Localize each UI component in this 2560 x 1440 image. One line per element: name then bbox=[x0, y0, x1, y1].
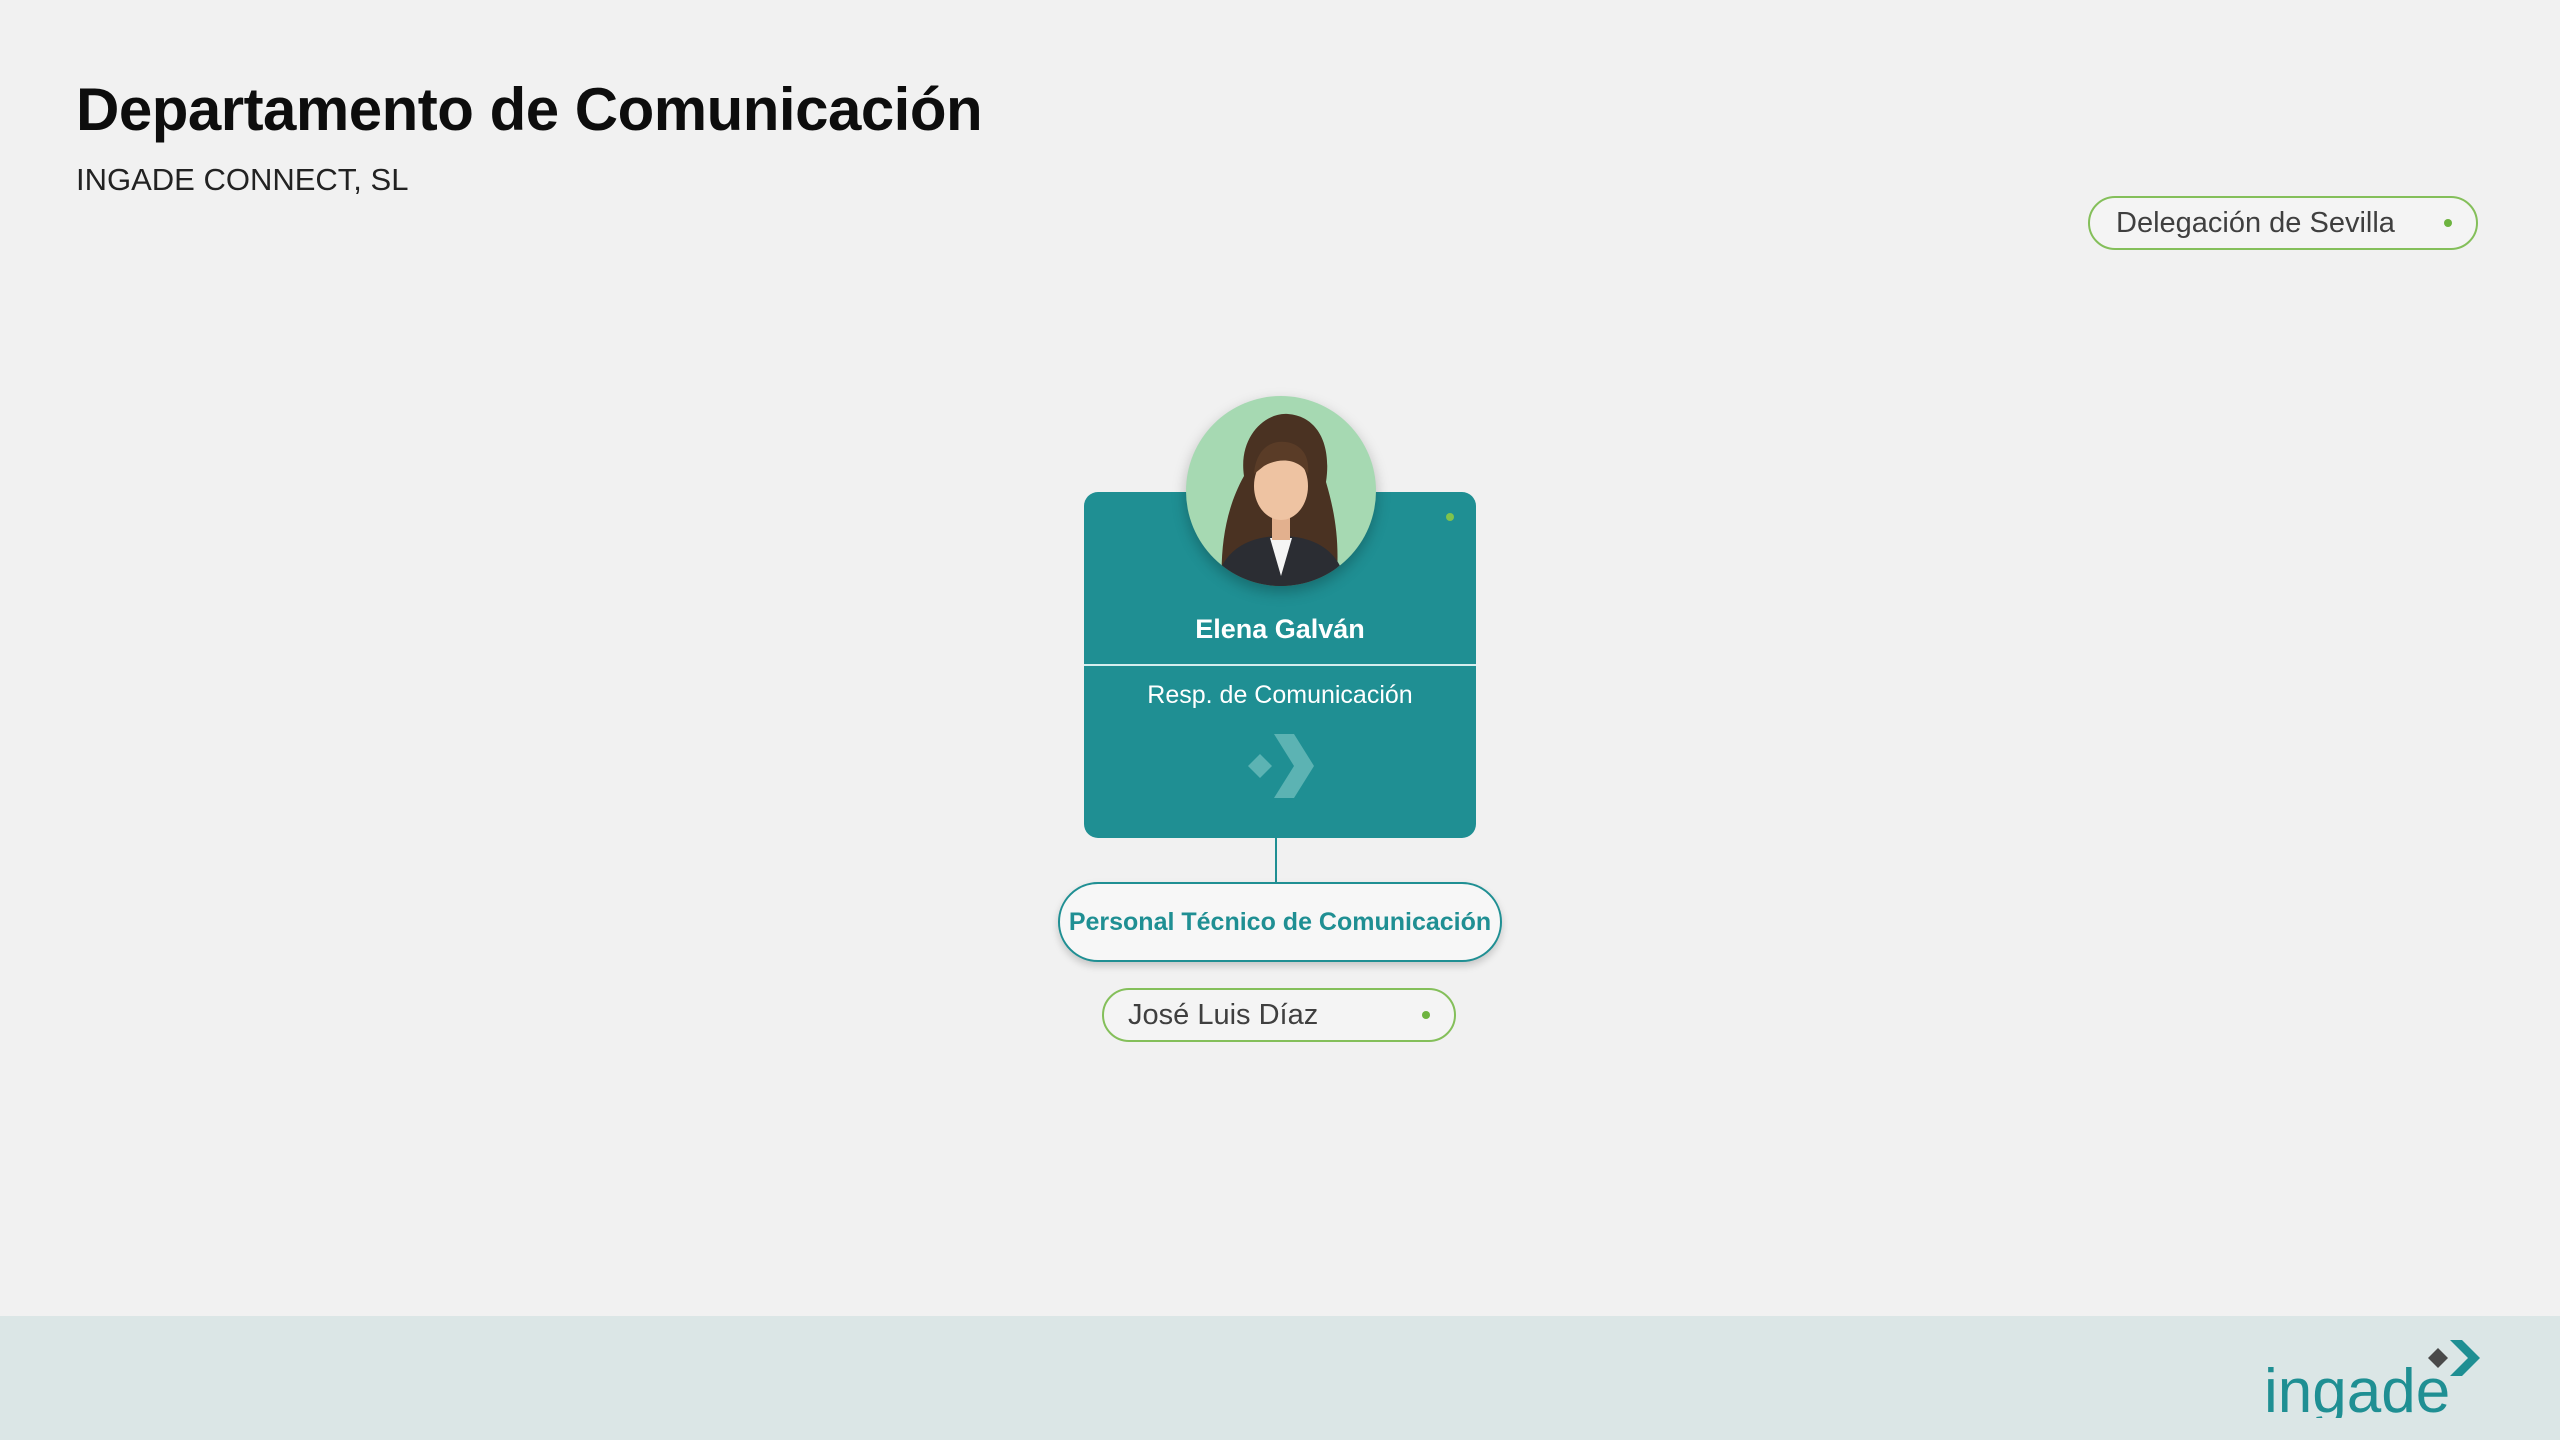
avatar bbox=[1186, 396, 1376, 586]
manager-name: Elena Galván bbox=[1195, 614, 1365, 644]
location-tag[interactable]: Delegación de Sevilla bbox=[2088, 196, 2478, 250]
ingade-logo: ingade bbox=[2264, 1340, 2480, 1418]
status-dot bbox=[1446, 513, 1454, 521]
org-connector bbox=[1275, 838, 1277, 882]
page-title: Departamento de Comunicación bbox=[76, 76, 983, 143]
company-name: INGADE CONNECT, SL bbox=[76, 162, 409, 197]
status-dot bbox=[1422, 1011, 1430, 1019]
manager-role: Resp. de Comunicación bbox=[1147, 681, 1413, 709]
footer-bar bbox=[0, 1316, 2560, 1440]
team-node[interactable]: Personal Técnico de Comunicación bbox=[1058, 882, 1502, 962]
person-photo-icon bbox=[1216, 413, 1346, 586]
brand-wordmark: ingade bbox=[2264, 1357, 2450, 1418]
team-member[interactable]: José Luis Díaz bbox=[1102, 988, 1456, 1042]
team-label: Personal Técnico de Comunicación bbox=[1068, 907, 1492, 936]
member-name: José Luis Díaz bbox=[1128, 998, 1319, 1031]
status-dot bbox=[2444, 219, 2452, 227]
location-label: Delegación de Sevilla bbox=[2116, 206, 2395, 239]
ingade-mark-icon bbox=[1248, 734, 1314, 798]
card-divider bbox=[1084, 664, 1476, 666]
